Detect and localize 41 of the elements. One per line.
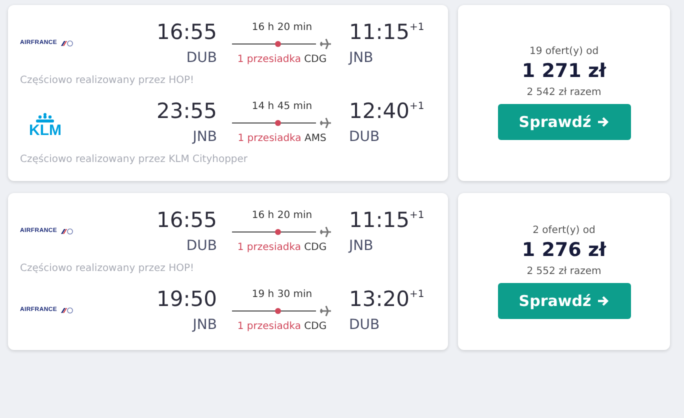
flight-duration: 19 h 30 min [252, 288, 312, 302]
flight-duration: 16 h 20 min [252, 209, 312, 223]
check-button[interactable]: Sprawdź [498, 104, 630, 140]
departure-time: 23:55 [155, 98, 217, 124]
arrow-right-icon [597, 294, 610, 306]
arrival-time: 12:40$^{+1}$ [349, 98, 426, 124]
total-price: 2 552 zł razem [526, 266, 602, 276]
airline-stripe-icon [59, 306, 74, 314]
arrival-airport: JNB [349, 49, 374, 68]
price: 1 276 zł [522, 238, 606, 260]
operator-note: Częściowo realizowany przez HOP! [20, 262, 196, 276]
arrival-airport: DUB [349, 128, 381, 147]
arrival-time: 11:15$^{+1}$ [349, 207, 426, 233]
arrival-airport: DUB [349, 316, 381, 335]
arrival-airport: JNB [349, 237, 374, 256]
departure-airport: DUB [185, 49, 217, 68]
departure-time: 16:55 [155, 207, 217, 233]
arrival-time: 11:15$^{+1}$ [349, 19, 426, 45]
stopover-info: 1 przesiadka CDG [237, 241, 327, 255]
offers-count: 19 ofert(y) od [529, 46, 599, 57]
departure-time: 19:50 [155, 286, 217, 312]
arrival-time: 13:20$^{+1}$ [349, 286, 426, 312]
stopover-info: 1 przesiadka AMS [238, 132, 326, 146]
stopover-info: 1 przesiadka CDG [237, 53, 327, 67]
operator-note: Częściowo realizowany przez KLM Cityhopper [20, 153, 249, 167]
price: 1 271 zł [522, 60, 606, 82]
check-button[interactable]: Sprawdź [498, 282, 630, 318]
total-price: 2 542 zł razem [526, 87, 602, 98]
offers-count: 2 ofert(y) od [532, 224, 596, 236]
departure-time: 16:55 [155, 19, 217, 45]
airline-stripe-icon [59, 228, 74, 234]
departure-airport: JNB [191, 128, 217, 147]
departure-airport: JNB [191, 316, 217, 335]
arrow-right-icon [597, 116, 610, 128]
airline-logo-text: KLM [29, 123, 62, 138]
flight-duration: 16 h 20 min [252, 21, 312, 35]
operator-note: Częściowo realizowany przez HOP! [20, 74, 196, 88]
airline-stripe-icon [59, 40, 74, 46]
departure-airport: DUB [185, 237, 217, 256]
flight-duration: 14 h 45 min [252, 100, 312, 114]
stopover-info: 1 przesiadka CDG [237, 320, 327, 334]
